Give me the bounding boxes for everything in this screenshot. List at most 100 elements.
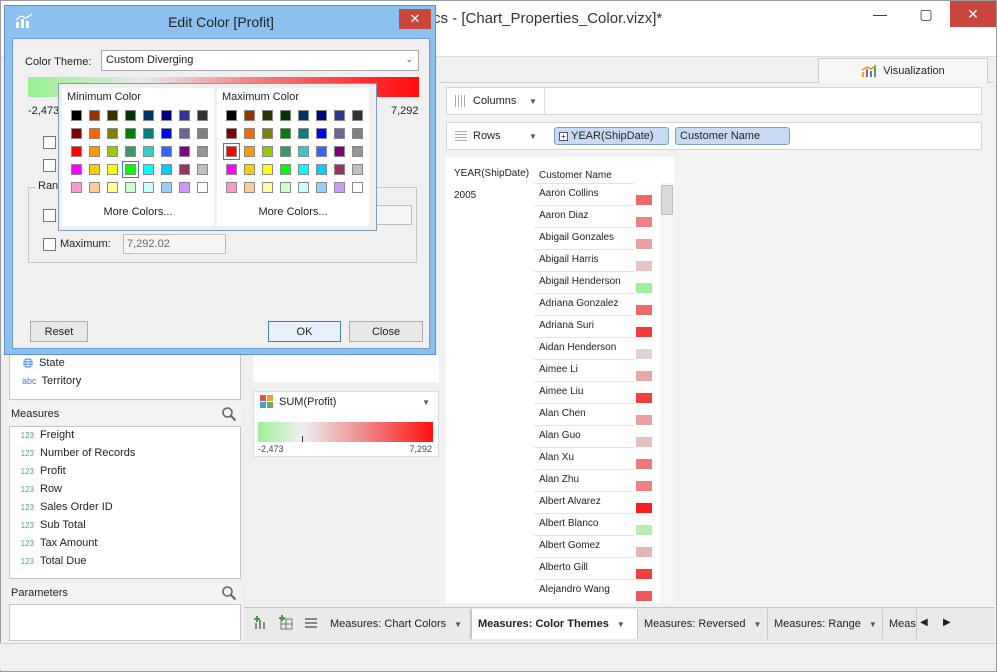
color-swatch[interactable] [89,128,100,139]
tab-dropdown-icon[interactable]: ▼ [454,620,462,629]
color-cell[interactable] [636,503,652,513]
color-swatch[interactable] [352,146,363,157]
color-swatch[interactable] [107,146,118,157]
table-row[interactable]: Aidan Henderson [534,337,634,359]
measure-item[interactable]: 123 Freight [20,429,75,441]
tab-dropdown-icon[interactable]: ▼ [617,620,625,629]
color-swatch[interactable] [316,110,327,121]
tabs-scroll-right-icon[interactable]: ▶ [943,617,951,628]
color-cell[interactable] [636,239,652,249]
new-chart-icon[interactable] [253,615,269,631]
color-swatch[interactable] [262,110,273,121]
color-cell[interactable] [636,195,652,205]
color-swatch[interactable] [298,164,309,175]
more-colors-min-button[interactable]: More Colors... [62,206,214,218]
minimum-checkbox[interactable] [43,209,56,222]
table-row[interactable]: Alan Guo [534,425,634,447]
color-swatch[interactable] [280,164,291,175]
color-swatch[interactable] [71,128,82,139]
color-cell[interactable] [636,591,652,601]
color-swatch[interactable] [179,164,190,175]
table-row[interactable]: Albert Alvarez [534,491,634,513]
color-swatch[interactable] [334,128,345,139]
tab-visualization[interactable]: Visualization [818,58,988,83]
color-swatch[interactable] [161,146,172,157]
color-swatch[interactable] [280,146,291,157]
new-crosstab-icon[interactable] [278,615,294,631]
sheet-tab[interactable]: Meas [883,609,917,639]
sheet-tab[interactable]: Measures: Range ▼ [768,609,883,639]
color-swatch[interactable] [143,110,154,121]
maximum-checkbox[interactable] [43,238,56,251]
color-swatch[interactable] [122,161,139,178]
color-swatch[interactable] [262,182,273,193]
color-swatch[interactable] [352,182,363,193]
color-swatch[interactable] [334,146,345,157]
table-scrollbar[interactable] [660,183,674,603]
color-swatch[interactable] [179,110,190,121]
maximize-button[interactable]: ▢ [903,1,949,27]
table-row[interactable]: Albert Blanco [534,513,634,535]
pill-customer-name[interactable]: Customer Name [675,127,790,145]
option-checkbox-2[interactable] [43,159,56,172]
color-swatch[interactable] [161,164,172,175]
color-swatch[interactable] [226,110,237,121]
color-swatch[interactable] [197,110,208,121]
color-swatch[interactable] [107,182,118,193]
table-row[interactable]: Alberto Gill [534,557,634,579]
dimension-item[interactable]: abc Territory [22,375,81,387]
option-checkbox-1[interactable] [43,136,56,149]
color-swatch[interactable] [316,128,327,139]
color-swatch[interactable] [244,110,255,121]
color-swatch[interactable] [280,128,291,139]
color-cell[interactable] [636,327,652,337]
measure-item[interactable]: 123 Row [20,483,62,495]
color-swatch[interactable] [179,128,190,139]
color-swatch[interactable] [280,110,291,121]
color-swatch[interactable] [244,128,255,139]
color-cell[interactable] [636,217,652,227]
color-swatch[interactable] [197,182,208,193]
dimension-item[interactable]: State [22,357,65,369]
color-card-dropdown-icon[interactable]: ▼ [422,398,430,407]
table-row[interactable]: Abigail Henderson [534,271,634,293]
color-cell[interactable] [636,569,652,579]
color-swatch[interactable] [197,164,208,175]
color-swatch[interactable] [226,128,237,139]
color-cell[interactable] [636,371,652,381]
color-swatch[interactable] [143,128,154,139]
columns-shelf[interactable]: Columns ▼ [446,87,982,115]
measure-item[interactable]: 123 Profit [20,465,66,477]
color-swatch[interactable] [226,164,237,175]
sheet-tab[interactable]: Measures: Reversed ▼ [638,609,768,639]
color-swatch[interactable] [179,182,190,193]
rows-shelf[interactable]: Rows ▼ + YEAR(ShipDate) Customer Name [446,122,982,150]
table-row[interactable]: Abigail Gonzales [534,227,634,249]
table-row[interactable]: Aaron Collins [534,183,634,205]
color-swatch[interactable] [352,164,363,175]
color-swatch[interactable] [71,146,82,157]
sheet-tab[interactable]: Measures: Color Themes ▼ [471,609,638,639]
reset-button[interactable]: Reset [30,321,88,342]
color-swatch[interactable] [143,164,154,175]
color-swatch[interactable] [197,128,208,139]
color-cell[interactable] [636,415,652,425]
color-swatch[interactable] [316,146,327,157]
color-swatch[interactable] [226,182,237,193]
color-cell[interactable] [636,393,652,403]
color-swatch[interactable] [161,182,172,193]
measure-item[interactable]: 123 Number of Records [20,447,136,459]
color-swatch[interactable] [143,182,154,193]
measure-item[interactable]: 123 Total Due [20,555,87,567]
color-swatch[interactable] [89,182,100,193]
color-cell[interactable] [636,349,652,359]
pill-year-shipdate[interactable]: + YEAR(ShipDate) [554,127,669,145]
color-swatch[interactable] [107,128,118,139]
minimize-button[interactable]: — [857,1,903,27]
table-row[interactable]: Alejandro Wang [534,579,634,601]
color-swatch[interactable] [197,146,208,157]
dialog-close-icon[interactable]: ✕ [399,9,431,29]
color-cell[interactable] [636,437,652,447]
tab-dropdown-icon[interactable]: ▼ [869,620,877,629]
color-swatch[interactable] [316,182,327,193]
